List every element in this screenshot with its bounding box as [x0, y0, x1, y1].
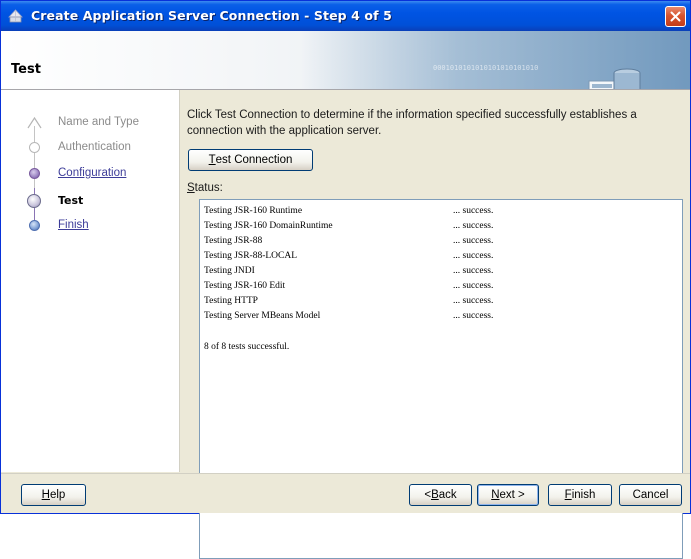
close-icon [670, 11, 681, 22]
step-current-node-icon [27, 194, 41, 208]
status-test-result: ... success. [453, 206, 494, 216]
step-label: Name and Type [58, 116, 139, 128]
status-summary: 8 of 8 tests successful. [204, 342, 290, 352]
step-label: Authentication [58, 141, 131, 153]
status-test-name: Testing JSR-88-LOCAL [204, 251, 298, 261]
button-label: < Back [424, 489, 457, 501]
next-button[interactable]: Next > [477, 484, 539, 506]
status-test-name: Testing HTTP [204, 296, 258, 306]
status-test-name: Testing JNDI [204, 266, 255, 276]
window-title: Create Application Server Connection - S… [31, 8, 392, 23]
status-test-name: Testing JSR-88 [204, 236, 263, 246]
close-button[interactable] [665, 6, 686, 27]
step-node-icon [29, 168, 40, 179]
wizard-step-test: Test [1, 191, 179, 211]
status-test-result: ... success. [453, 251, 494, 261]
header-binary-decoration: 0001010101010101010101010 [433, 64, 539, 72]
main-content: Click Test Connection to determine if th… [180, 90, 690, 559]
step-link[interactable]: Configuration [58, 167, 126, 179]
cancel-button[interactable]: Cancel [619, 484, 682, 506]
wizard-step-authentication: Authentication [1, 138, 179, 158]
status-label: Status: [187, 182, 223, 194]
dialog-footer: Help < Back Next > Finish Cancel [1, 474, 690, 513]
button-label: Finish [564, 489, 596, 501]
wizard-step-name-and-type: Name and Type [1, 113, 179, 133]
page-title: Test [11, 62, 41, 77]
wizard-steps-panel: Name and Type Authentication Configurati… [1, 90, 180, 472]
step-link[interactable]: Finish [58, 219, 89, 231]
wizard-step-configuration[interactable]: Configuration [1, 164, 179, 184]
test-connection-button[interactable]: Test Connection [188, 149, 313, 171]
status-test-result: ... success. [453, 311, 494, 321]
status-test-name: Testing Server MBeans Model [204, 311, 321, 321]
server-connection-icon [588, 68, 641, 89]
step-node-icon [29, 220, 40, 231]
button-label: Next > [491, 489, 525, 501]
button-label: Help [41, 489, 66, 501]
back-button[interactable]: < Back [409, 484, 472, 506]
title-bar[interactable]: Create Application Server Connection - S… [1, 1, 690, 31]
status-test-name: Testing JSR-160 Edit [204, 281, 286, 291]
button-label: Test Connection [208, 154, 293, 166]
app-icon [8, 9, 23, 23]
status-test-name: Testing JSR-160 DomainRuntime [204, 221, 333, 231]
step-node-icon [29, 142, 40, 153]
wizard-header: Test 0001010101010101010101010 [1, 31, 690, 90]
status-test-result: ... success. [453, 266, 494, 276]
instructions-text: Click Test Connection to determine if th… [187, 109, 637, 137]
button-label: Cancel [632, 489, 669, 501]
status-test-result: ... success. [453, 281, 494, 291]
dialog-window: Create Application Server Connection - S… [0, 0, 691, 559]
wizard-step-finish[interactable]: Finish [1, 216, 179, 236]
step-label-current: Test [58, 194, 84, 207]
step-done-chevron-icon [27, 116, 42, 129]
status-test-name: Testing JSR-160 Runtime [204, 206, 303, 216]
status-test-result: ... success. [453, 296, 494, 306]
status-test-result: ... success. [453, 221, 494, 231]
status-test-result: ... success. [453, 236, 494, 246]
help-button[interactable]: Help [21, 484, 86, 506]
finish-button[interactable]: Finish [548, 484, 612, 506]
